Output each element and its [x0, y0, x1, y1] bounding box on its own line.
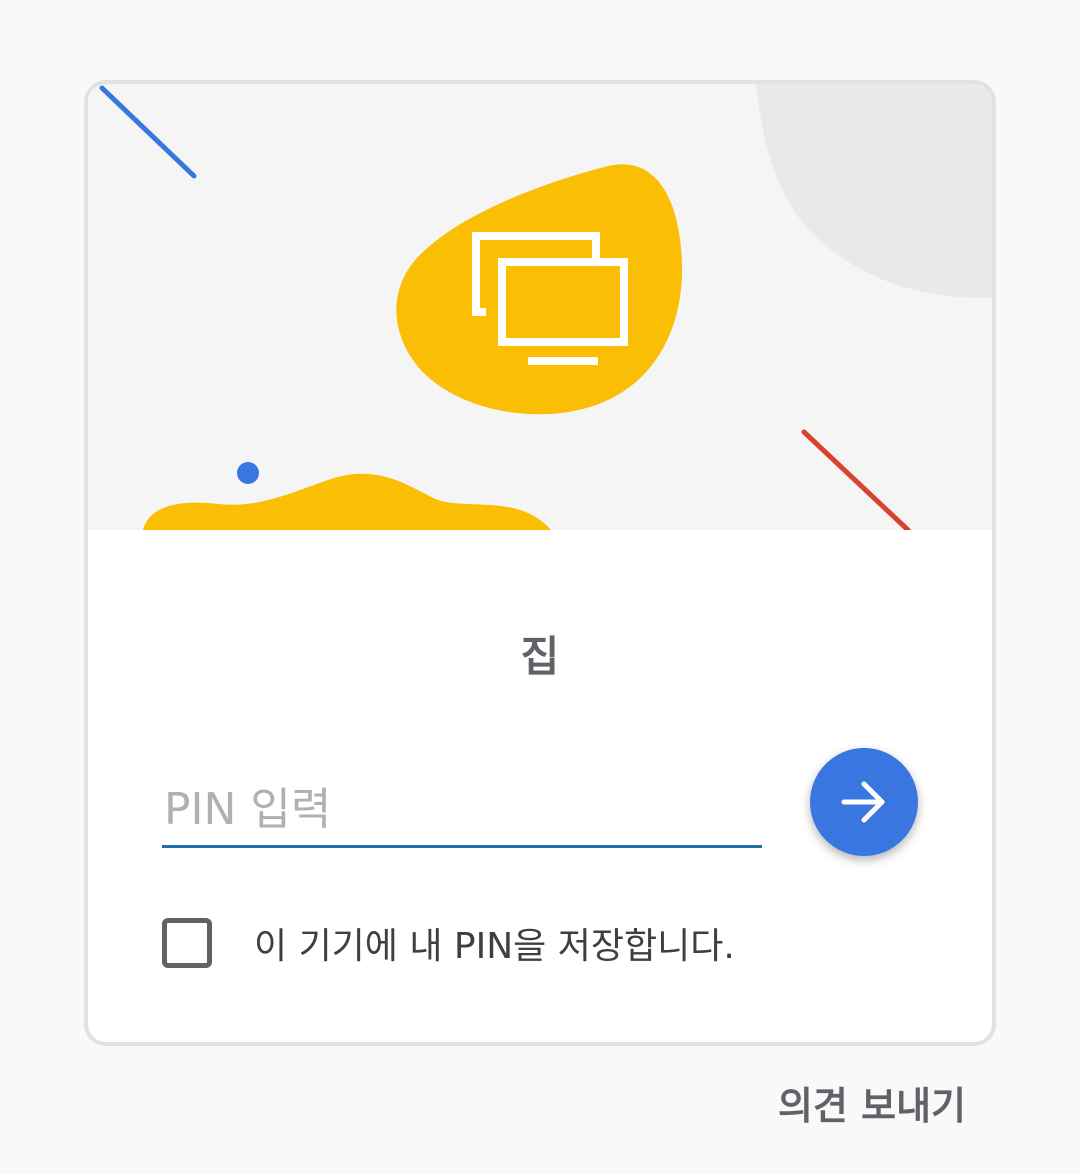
submit-pin-button[interactable] [810, 748, 918, 856]
host-name: 집 [520, 632, 560, 681]
yellow-blob [396, 164, 683, 415]
send-feedback-link[interactable]: 의견 보내기 [778, 1075, 966, 1130]
remember-pin-row[interactable]: 이 기기에 내 PIN을 저장합니다. [162, 912, 735, 974]
remember-pin-checkbox[interactable] [162, 918, 212, 968]
hero-illustration [88, 84, 992, 530]
blue-dot [237, 462, 259, 484]
blue-line [99, 85, 197, 179]
yellow-wave [143, 473, 551, 530]
hero-graphic [99, 84, 992, 530]
pin-card: 집 이 기기에 내 PIN을 저장합니다. [84, 80, 996, 1046]
pin-input[interactable] [162, 774, 762, 848]
gray-blob [756, 84, 992, 299]
arrow-forward-icon [841, 781, 885, 823]
red-line [801, 429, 911, 530]
remember-pin-label: 이 기기에 내 PIN을 저장합니다. [254, 926, 735, 967]
